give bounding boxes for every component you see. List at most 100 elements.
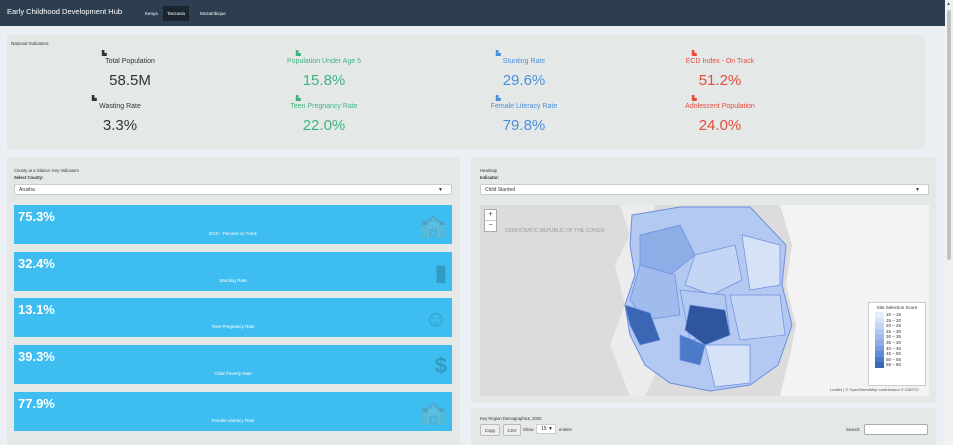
scrollbar-thumb[interactable] bbox=[947, 10, 951, 260]
value-box-label: Female Literacy Rate bbox=[211, 418, 255, 423]
baby-icon: ☺ bbox=[424, 306, 447, 331]
indicator-label: Stunting Rate bbox=[502, 58, 546, 65]
indicator-value: 3.3% bbox=[102, 117, 138, 134]
zoom-in-button[interactable]: + bbox=[485, 210, 496, 220]
scroll-up-icon[interactable]: ▲ bbox=[946, 1, 951, 7]
indicator-select-value: Child Stunted bbox=[485, 187, 516, 193]
zoom-control: + − bbox=[484, 209, 497, 232]
tab-tanzania[interactable]: Tanzania bbox=[163, 6, 190, 21]
value-box: 13.1% Teen Pregnancy Rate ☺ bbox=[14, 298, 452, 337]
chevron-down-icon: ▼ bbox=[915, 187, 920, 193]
chart-icon: ▙ bbox=[296, 96, 301, 101]
entries-select-value: 15 bbox=[541, 426, 547, 432]
value-box-value: 13.1% bbox=[18, 302, 55, 317]
indicator-card: ▙ Stunting Rate 29.6% bbox=[424, 50, 624, 89]
chart-icon: ▙ bbox=[692, 96, 697, 101]
county-select-value: Arusha bbox=[19, 187, 35, 193]
legend-item: 55 – 60 bbox=[869, 362, 925, 368]
indicator-value: 29.6% bbox=[502, 72, 546, 89]
top-navbar: Early Childhood Development Hub Kenya Ta… bbox=[0, 0, 945, 26]
legend-range: 50 – 55 bbox=[886, 356, 902, 362]
value-box-value: 32.4% bbox=[18, 256, 55, 271]
value-box-label: Child Poverty Rate bbox=[214, 371, 252, 376]
map-attribution[interactable]: Leaflet | © OpenStreetMap contributors ©… bbox=[830, 387, 919, 392]
chart-icon: ▙ bbox=[496, 96, 501, 101]
value-box-label: Teen Pregnancy Rate bbox=[211, 324, 255, 329]
copy-button[interactable]: Copy bbox=[480, 424, 500, 436]
indicator-value: 22.0% bbox=[302, 117, 346, 134]
indicator-value: 24.0% bbox=[698, 117, 742, 134]
indicator-select[interactable]: Child Stunted ▼ bbox=[480, 184, 929, 195]
indicator-value: 15.8% bbox=[302, 72, 346, 89]
legend-range: 15 – 20 bbox=[886, 317, 902, 323]
national-indicators-label: National Indicators: bbox=[11, 41, 50, 46]
csv-button[interactable]: CSV bbox=[503, 424, 521, 436]
indicator-label: Total Population bbox=[105, 58, 155, 65]
value-box: 32.4% Stunting Rate ▮ bbox=[14, 252, 452, 291]
legend-range: 40 – 45 bbox=[886, 345, 902, 351]
legend-range: 55 – 60 bbox=[886, 362, 902, 368]
search-input[interactable] bbox=[864, 424, 928, 435]
zoom-out-button[interactable]: − bbox=[485, 220, 496, 231]
legend-range: 10 – 15 bbox=[886, 312, 902, 317]
tab-mozambique[interactable]: Mozambique bbox=[196, 6, 230, 21]
show-label: Show bbox=[523, 427, 534, 432]
school-icon: 🏫 bbox=[419, 400, 447, 425]
chart-icon: ▙ bbox=[102, 51, 107, 56]
indicator-card: ▙ Adolescent Population 24.0% bbox=[620, 95, 820, 134]
legend-range: 25 – 30 bbox=[886, 328, 902, 334]
value-box-value: 39.3% bbox=[18, 349, 55, 364]
value-box: 39.3% Child Poverty Rate $ bbox=[14, 345, 452, 384]
indicator-card: ▙ Population Under Age 5 15.8% bbox=[224, 50, 424, 89]
entries-label: entries bbox=[559, 427, 572, 432]
indicator-card: ▙ Female Literacy Rate 79.8% bbox=[424, 95, 624, 134]
app-title: Early Childhood Development Hub bbox=[7, 7, 123, 16]
chart-icon: ▙ bbox=[296, 51, 301, 56]
value-box: 77.9% Female Literacy Rate 🏫 bbox=[14, 392, 452, 431]
chart-icon: ▙ bbox=[496, 51, 501, 56]
value-box-label: Stunting Rate bbox=[219, 278, 247, 283]
indicator-card: ▙ Teen Pregnancy Rate 22.0% bbox=[224, 95, 424, 134]
tab-kenya[interactable]: Kenya bbox=[141, 6, 162, 21]
chevron-down-icon: ▼ bbox=[438, 187, 443, 193]
indicator-card: ▙ Wasting Rate 3.3% bbox=[20, 95, 220, 134]
legend-range: 35 – 40 bbox=[886, 339, 902, 345]
region-shape[interactable] bbox=[729, 294, 786, 341]
indicator-value: 79.8% bbox=[502, 117, 546, 134]
county-select[interactable]: Arusha ▼ bbox=[14, 184, 452, 195]
chart-icon: ▙ bbox=[92, 96, 97, 101]
indicator-label: ECD Index - On Track bbox=[685, 58, 755, 65]
county-select-label: Select County: bbox=[14, 175, 44, 180]
entries-select[interactable]: 15 ▼ bbox=[536, 424, 556, 434]
indicator-label: Indicator: bbox=[480, 175, 500, 180]
indicator-label: Population Under Age 5 bbox=[287, 58, 361, 65]
indicator-label: Wasting Rate bbox=[99, 103, 141, 110]
value-box: 75.3% ECD - Percent on Track 🏫 bbox=[14, 205, 452, 244]
ruler-icon: ▮ bbox=[434, 260, 447, 285]
indicator-card: ▙ ECD Index - On Track 51.2% bbox=[620, 50, 820, 89]
indicator-label: Teen Pregnancy Rate bbox=[290, 103, 358, 110]
map-legend: Site Selection Score 10 – 15 15 – 20 20 – … bbox=[868, 302, 926, 386]
legend-range: 30 – 35 bbox=[886, 334, 902, 340]
legend-swatch bbox=[875, 362, 884, 368]
value-box-value: 75.3% bbox=[18, 209, 55, 224]
demographics-title: Key Region Demographics, 2020 bbox=[480, 416, 542, 421]
county-panel-title: County at a Glance: Key Indicators bbox=[14, 168, 79, 173]
legend-title: Site Selection Score bbox=[876, 305, 918, 310]
page-scrollbar[interactable]: ▲ bbox=[945, 0, 953, 445]
search-label: Search: bbox=[846, 427, 861, 432]
chart-icon: ▙ bbox=[692, 51, 697, 56]
heatmap-title: Heatmap bbox=[480, 168, 497, 173]
value-box-label: ECD - Percent on Track bbox=[209, 231, 257, 236]
legend-range: 20 – 25 bbox=[886, 323, 902, 329]
school-icon: 🏫 bbox=[419, 213, 447, 238]
indicator-card: ▙ Total Population 58.5M bbox=[30, 50, 230, 89]
map-country-label: DEMOCRATIC REPUBLIC OF THE CONGO bbox=[505, 228, 605, 234]
indicator-label: Female Literacy Rate bbox=[490, 103, 558, 110]
chevron-down-icon: ▼ bbox=[548, 426, 553, 432]
dollar-icon: $ bbox=[434, 353, 447, 378]
indicator-value: 51.2% bbox=[698, 72, 742, 89]
indicator-value: 58.5M bbox=[109, 72, 151, 89]
indicator-label: Adolescent Population bbox=[685, 103, 755, 110]
legend-range: 45 – 50 bbox=[886, 351, 902, 357]
